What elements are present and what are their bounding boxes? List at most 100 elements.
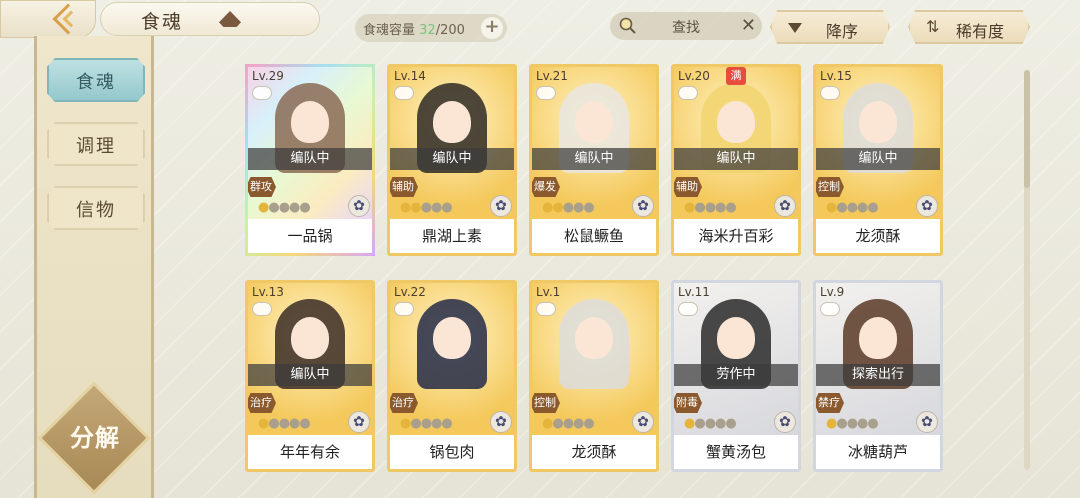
cooking-pot-icon xyxy=(252,302,272,316)
sidebar-item-soul[interactable]: 食魂 xyxy=(47,58,145,102)
star-filled-icon: ● xyxy=(258,416,269,431)
character-name: 年年有余 xyxy=(248,435,372,469)
cooking-pot-icon xyxy=(252,86,272,100)
sort-rarity-button[interactable]: ⇅ 稀有度 xyxy=(908,10,1030,44)
role-tag: 治疗 xyxy=(248,393,276,413)
element-flower-icon: ✿ xyxy=(632,411,654,433)
character-level: Lv.22 xyxy=(394,285,426,299)
capacity-display: 食魂容量 32/200 + xyxy=(355,14,507,42)
star-filled-icon: ● xyxy=(826,200,837,215)
star-empty-icon: ● xyxy=(583,200,594,215)
character-face xyxy=(575,101,613,143)
character-level: Lv.1 xyxy=(536,285,561,299)
star-rating: ●●●●● xyxy=(258,416,311,431)
role-tag: 辅助 xyxy=(674,177,702,197)
character-face xyxy=(859,317,897,359)
cooking-pot-icon xyxy=(820,86,840,100)
add-capacity-button[interactable]: + xyxy=(481,17,503,39)
star-empty-icon: ● xyxy=(836,200,847,215)
star-empty-icon: ● xyxy=(268,200,279,215)
element-flower-icon: ✿ xyxy=(916,195,938,217)
star-filled-icon: ● xyxy=(258,200,269,215)
search-box[interactable]: 查找 ✕ xyxy=(610,12,762,40)
character-level: Lv.9 xyxy=(820,285,845,299)
element-flower-icon: ✿ xyxy=(490,411,512,433)
star-rating: ●●●●● xyxy=(826,200,879,215)
sidebar-item-label: 信物 xyxy=(76,200,116,221)
character-face xyxy=(575,317,613,359)
character-card[interactable]: Lv.20 满编队中 辅助 ●●●●● ✿ 海米升百彩 xyxy=(671,64,801,256)
character-level: Lv.20 xyxy=(678,69,710,83)
character-level: Lv.15 xyxy=(820,69,852,83)
star-empty-icon: ● xyxy=(562,416,574,431)
character-card[interactable]: Lv.14 编队中 辅助 ●●●●● ✿ 鼎湖上素 xyxy=(387,64,517,256)
back-button[interactable] xyxy=(0,0,96,38)
character-face xyxy=(859,101,897,143)
hat-icon xyxy=(219,11,241,27)
character-card[interactable]: Lv.9 探索出行 禁疗 ●●●●● ✿ 冰糖葫芦 xyxy=(813,280,943,472)
character-name: 蟹黄汤包 xyxy=(674,435,798,469)
scrollbar[interactable] xyxy=(1024,70,1030,470)
star-rating: ●●●●● xyxy=(826,416,879,431)
max-badge: 满 xyxy=(726,67,746,85)
character-name: 海米升百彩 xyxy=(674,219,798,253)
star-empty-icon: ● xyxy=(268,416,279,431)
role-tag: 治疗 xyxy=(390,393,418,413)
star-empty-icon: ● xyxy=(289,200,300,215)
star-empty-icon: ● xyxy=(867,200,878,215)
star-empty-icon: ● xyxy=(846,416,858,431)
element-flower-icon: ✿ xyxy=(632,195,654,217)
character-card[interactable]: Lv.21 编队中 爆发 ●●●●● ✿ 松鼠鳜鱼 xyxy=(529,64,659,256)
star-rating: ●●●●● xyxy=(542,416,595,431)
role-tag: 群攻 xyxy=(248,177,276,197)
sidebar-item-cooking[interactable]: 调理 xyxy=(47,122,145,166)
star-empty-icon: ● xyxy=(846,200,858,215)
scroll-thumb[interactable] xyxy=(1024,70,1030,188)
star-empty-icon: ● xyxy=(431,200,442,215)
character-card[interactable]: Lv.29 编队中 群攻 ●●●●● ✿ 一品锅 xyxy=(245,64,375,256)
character-card[interactable]: Lv.11 劳作中 附毒 ●●●●● ✿ 蟹黄汤包 xyxy=(671,280,801,472)
character-card[interactable]: Lv.13 编队中治疗 ●●●●● ✿ 年年有余 xyxy=(245,280,375,472)
character-face xyxy=(291,101,329,143)
character-card[interactable]: Lv.1 控制 ●●●●● ✿ 龙须酥 xyxy=(529,280,659,472)
character-name: 锅包肉 xyxy=(390,435,514,469)
cooking-pot-icon xyxy=(536,86,556,100)
clear-search-icon[interactable]: ✕ xyxy=(741,15,756,36)
character-card[interactable]: Lv.15 编队中 控制 ●●●●● ✿ 龙须酥 xyxy=(813,64,943,256)
character-face xyxy=(433,317,471,359)
status-banner: 编队中 xyxy=(248,364,372,386)
sidebar-item-label: 食魂 xyxy=(76,72,116,93)
character-card[interactable]: Lv.22 治疗 ●●●●● ✿ 锅包肉 xyxy=(387,280,517,472)
character-name: 龙须酥 xyxy=(816,219,940,253)
role-tag: 爆发 xyxy=(532,177,560,197)
star-empty-icon: ● xyxy=(441,416,452,431)
cooking-pot-icon xyxy=(394,302,414,316)
sort-rarity-label: 稀有度 xyxy=(956,22,1005,41)
element-flower-icon: ✿ xyxy=(916,411,938,433)
star-empty-icon: ● xyxy=(836,416,847,431)
element-flower-icon: ✿ xyxy=(348,411,370,433)
star-rating: ●●●●● xyxy=(542,200,595,215)
star-rating: ●●●●● xyxy=(684,200,737,215)
character-name: 冰糖葫芦 xyxy=(816,435,940,469)
sort-order-button[interactable]: 降序 xyxy=(770,10,890,44)
element-flower-icon: ✿ xyxy=(774,411,796,433)
star-empty-icon: ● xyxy=(694,416,705,431)
star-filled-icon: ● xyxy=(400,416,411,431)
star-filled-icon: ● xyxy=(400,200,411,215)
star-empty-icon: ● xyxy=(725,416,736,431)
character-face xyxy=(717,101,755,143)
cooking-pot-icon xyxy=(820,302,840,316)
star-filled-icon: ● xyxy=(542,416,553,431)
star-empty-icon: ● xyxy=(278,416,290,431)
character-name: 松鼠鳜鱼 xyxy=(532,219,656,253)
star-empty-icon: ● xyxy=(704,416,716,431)
star-rating: ●●●●● xyxy=(258,200,311,215)
star-empty-icon: ● xyxy=(431,416,442,431)
sidebar-item-token[interactable]: 信物 xyxy=(47,186,145,230)
character-face xyxy=(291,317,329,359)
star-filled-icon: ● xyxy=(684,200,695,215)
role-tag: 附毒 xyxy=(674,393,702,413)
character-level: Lv.13 xyxy=(252,285,284,299)
star-empty-icon: ● xyxy=(694,200,705,215)
